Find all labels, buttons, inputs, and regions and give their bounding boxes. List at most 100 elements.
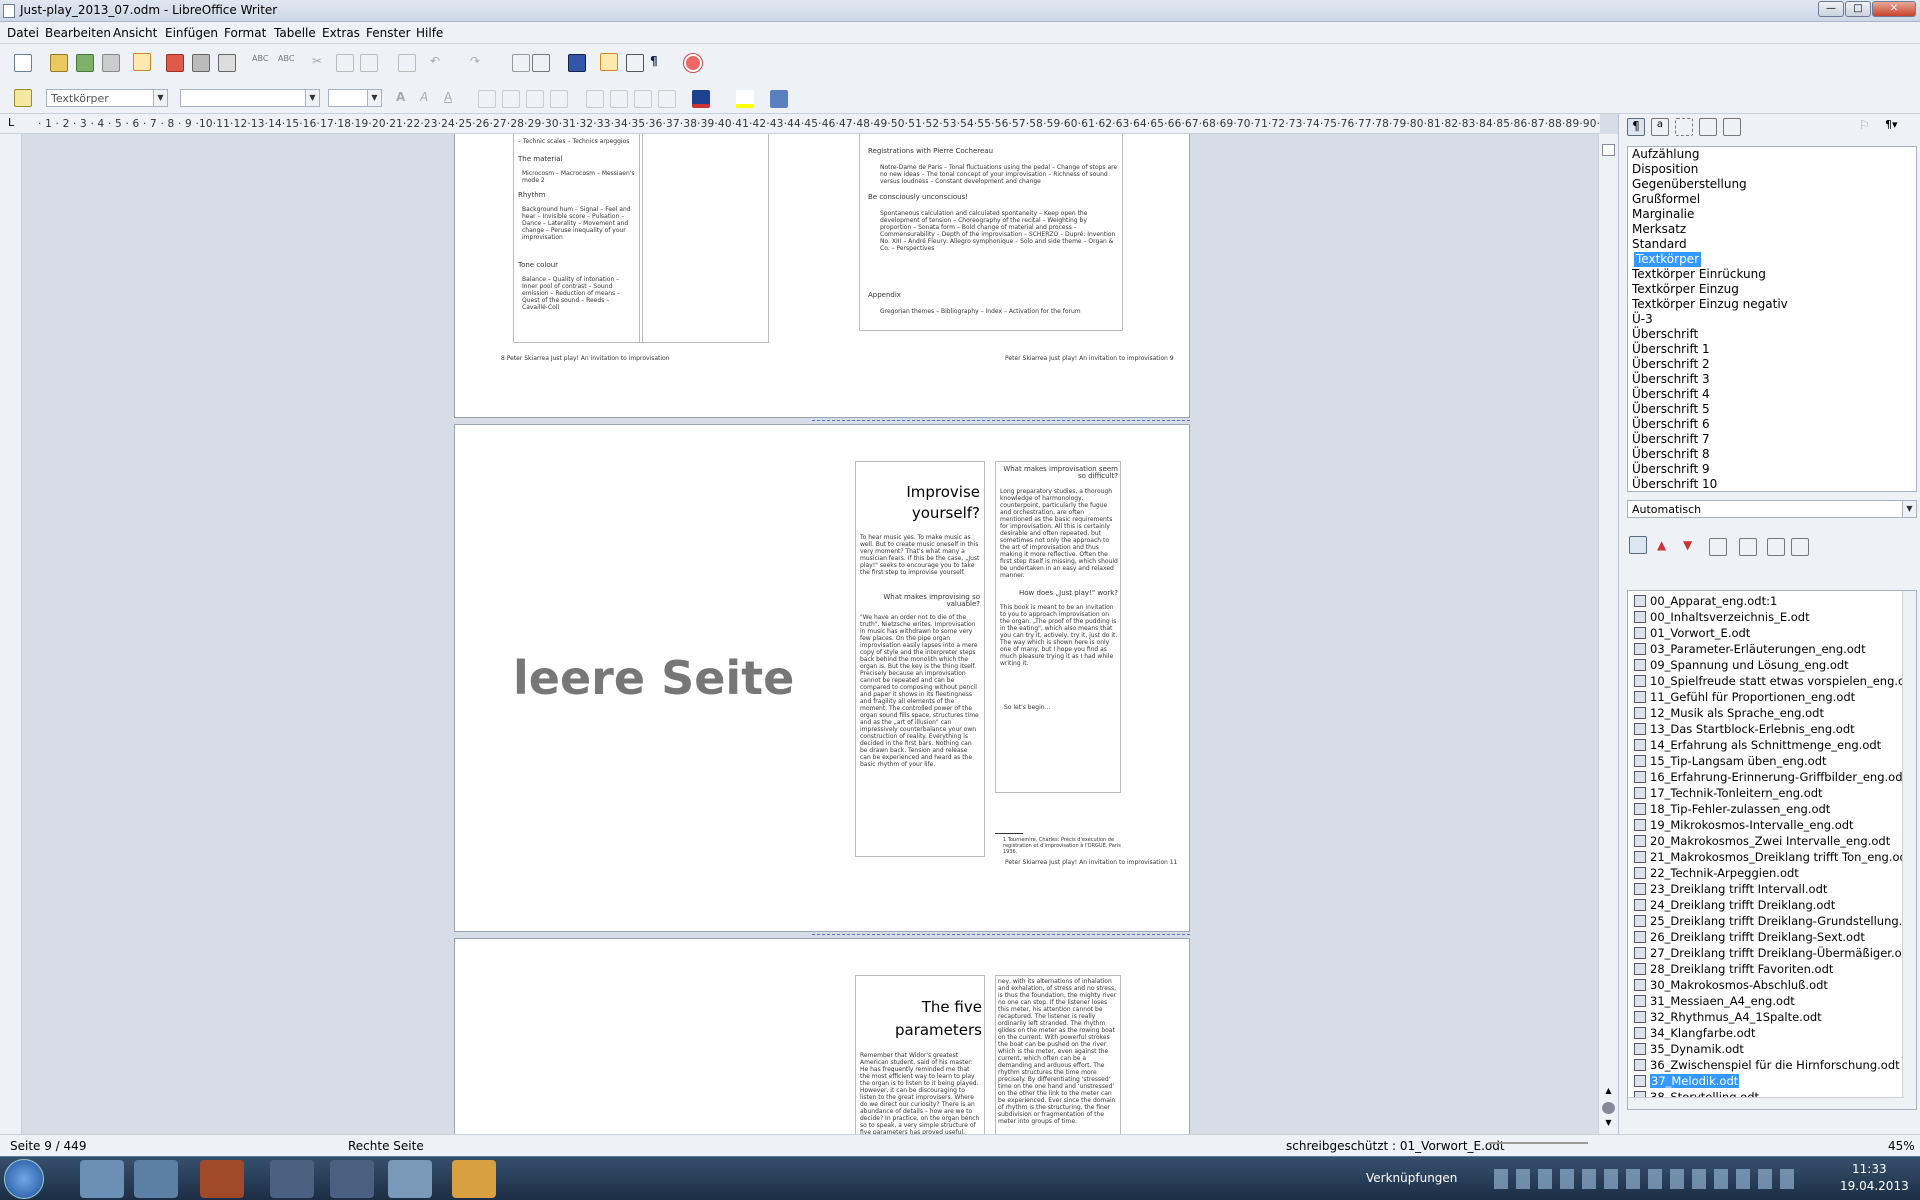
explorer-taskbar-icon[interactable] [80,1160,124,1198]
navigator-item[interactable]: 28_Dreiklang trifft Favoriten.odt [1628,961,1916,977]
increase-indent-icon[interactable] [658,90,676,108]
navigator-item[interactable]: 36_Zwischenspiel für die Hirnforschung.o… [1628,1057,1916,1073]
style-filter-select[interactable]: Automatisch ▼ [1627,500,1917,518]
document-page[interactable]: – Technic scales – Technics arpeggios Th… [454,134,1190,418]
tab-stop-icon[interactable]: L [8,116,14,129]
save-taskbar-icon[interactable] [134,1160,178,1198]
character-styles-icon[interactable]: a [1651,118,1669,136]
background-color-icon[interactable] [770,90,788,108]
navigator-item[interactable]: 23_Dreiklang trifft Intervall.odt [1628,881,1916,897]
align-center-icon[interactable] [502,90,520,108]
content-view-icon[interactable] [1629,536,1647,554]
insert-icon[interactable] [1767,538,1785,556]
style-list-item[interactable]: Überschrift 3 [1628,372,1916,387]
navigator-item[interactable]: 12_Musik als Sprache_eng.odt [1628,705,1916,721]
navigator-item[interactable]: 32_Rhythmus_A4_1Spalte.odt [1628,1009,1916,1025]
gallery-icon[interactable] [626,54,644,72]
formatting-marks-icon[interactable]: ¶ [650,54,668,72]
app-taskbar-icon[interactable] [330,1160,374,1198]
menu-tabelle[interactable]: Tabelle [274,26,316,40]
navigator-item[interactable]: 16_Erfahrung-Erinnerung-Griffbilder_eng.… [1628,769,1916,785]
navigator-item[interactable]: 09_Spannung und Lösung_eng.odt [1628,657,1916,673]
numbering-icon[interactable] [586,90,604,108]
draw-functions-icon[interactable] [568,54,586,72]
toolbar-label[interactable]: Verknüpfungen [1366,1171,1457,1185]
navigator-item[interactable]: 34_Klangfarbe.odt [1628,1025,1916,1041]
style-list-item[interactable]: Überschrift 2 [1628,357,1916,372]
new-style-icon[interactable]: ¶▾ [1885,118,1903,136]
menu-ansicht[interactable]: Ansicht [113,26,157,40]
navigation-icon[interactable] [1602,1102,1615,1114]
highlight-icon[interactable] [736,90,754,108]
menu-fenster[interactable]: Fenster [366,26,411,40]
hyperlink-icon[interactable] [512,54,530,72]
navigator-h-scrollbar[interactable] [1628,1097,1904,1109]
tray-icons[interactable] [1494,1169,1794,1189]
style-list-item[interactable]: Aufzählung [1628,147,1916,162]
navigator-item[interactable]: 26_Dreiklang trifft Dreiklang-Sext.odt [1628,929,1916,945]
style-list-item[interactable]: Überschrift 9 [1628,462,1916,477]
update-icon[interactable] [1739,538,1757,556]
style-list-item[interactable]: Überschrift 8 [1628,447,1916,462]
menu-format[interactable]: Format [224,26,266,40]
decrease-indent-icon[interactable] [634,90,652,108]
navigator-item[interactable]: 21_Makrokosmos_Dreiklang trifft Ton_eng.… [1628,849,1916,865]
navigator-item[interactable]: 27_Dreiklang trifft Dreiklang-Übermäßige… [1628,945,1916,961]
navigator-item[interactable]: 20_Makrokosmos_Zwei Intervalle_eng.odt [1628,833,1916,849]
style-list-item[interactable]: Disposition [1628,162,1916,177]
document-page[interactable]: leere Seite Improvise yourself? To hear … [454,424,1190,932]
demote-chapter-icon[interactable]: ▼ [1683,538,1701,556]
new-document-icon[interactable] [14,54,32,72]
maximize-button[interactable]: □ [1845,1,1871,17]
style-list-item[interactable]: Textkörper Einzug negativ [1628,297,1916,312]
document-page[interactable]: The five parameters Remember that Widor'… [454,938,1190,1134]
page-style[interactable]: Rechte Seite [348,1139,424,1153]
navigator-item[interactable]: 22_Technik-Arpeggien.odt [1628,865,1916,881]
justify-icon[interactable] [550,90,568,108]
save-icon[interactable] [76,54,94,72]
print-icon[interactable] [192,54,210,72]
previous-page-icon[interactable]: ▲ [1602,1086,1615,1098]
save-as-icon[interactable] [1791,538,1809,556]
navigator-item[interactable]: 37_Melodik.odt [1628,1073,1916,1089]
firefox-taskbar-icon[interactable] [200,1160,244,1198]
style-list-item[interactable]: Standard [1628,237,1916,252]
paste-icon[interactable] [360,54,378,72]
document-area[interactable]: – Technic scales – Technics arpeggios Th… [22,134,1600,1134]
style-list-item[interactable]: Textkörper Einrückung [1628,267,1916,282]
page-number[interactable]: Seite 9 / 449 [10,1139,86,1153]
mail-taskbar-icon[interactable] [452,1160,496,1198]
help-icon[interactable] [684,54,702,72]
start-button[interactable] [4,1159,44,1199]
align-left-icon[interactable] [478,90,496,108]
menu-datei[interactable]: Datei [7,26,39,40]
clock-time[interactable]: 11:33 [1852,1162,1887,1176]
copy-icon[interactable] [336,54,354,72]
vertical-scrollbar[interactable]: ▲ ▼ [1598,134,1618,1134]
zoom-level[interactable]: 45% [1888,1139,1915,1153]
style-list-item[interactable]: Merksatz [1628,222,1916,237]
style-list-item[interactable]: Überschrift 7 [1628,432,1916,447]
style-list-item[interactable]: Überschrift 1 [1628,342,1916,357]
menu-bearbeiten[interactable]: Bearbeiten [45,26,111,40]
next-page-icon[interactable]: ▼ [1602,1118,1615,1130]
paragraph-style-select[interactable]: Textkörper ▼ [46,89,168,107]
promote-chapter-icon[interactable]: ▲ [1657,538,1675,556]
italic-icon[interactable]: A [420,90,438,108]
style-list-item[interactable]: Textkörper [1628,252,1916,267]
underline-icon[interactable]: A [444,90,462,108]
open-folder-icon[interactable] [50,54,68,72]
vertical-ruler[interactable] [0,134,22,1134]
style-list-item[interactable]: Marginalie [1628,207,1916,222]
zoom-slider[interactable] [1488,1142,1588,1144]
navigator-item[interactable]: 01_Vorwort_E.odt [1628,625,1916,641]
navigator-item[interactable]: 17_Technik-Tonleitern_eng.odt [1628,785,1916,801]
edit-mode-icon[interactable] [133,53,151,71]
navigator-item[interactable]: 14_Erfahrung als Schnittmenge_eng.odt [1628,737,1916,753]
navigator-item[interactable]: 24_Dreiklang trifft Dreiklang.odt [1628,897,1916,913]
frame-styles-icon[interactable] [1675,118,1693,136]
align-right-icon[interactable] [526,90,544,108]
navigator-item[interactable]: 15_Tip-Langsam üben_eng.odt [1628,753,1916,769]
style-list-item[interactable]: Überschrift [1628,327,1916,342]
navigator-item[interactable]: 13_Das Startblock-Erlebnis_eng.odt [1628,721,1916,737]
